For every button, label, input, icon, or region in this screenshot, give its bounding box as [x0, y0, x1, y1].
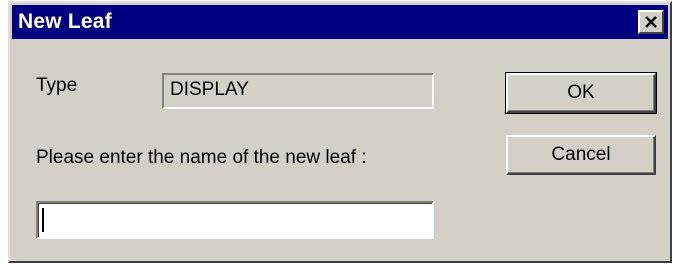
- title-bar[interactable]: New Leaf: [12, 5, 668, 39]
- close-button[interactable]: [638, 10, 664, 34]
- leaf-name-prompt: Please enter the name of the new leaf :: [36, 147, 367, 168]
- new-leaf-dialog: New Leaf Type DISPLAY Please enter the n…: [8, 1, 672, 263]
- close-icon: [645, 16, 657, 28]
- type-field: DISPLAY: [162, 73, 434, 109]
- type-label: Type: [36, 75, 78, 96]
- leaf-name-input[interactable]: [36, 201, 434, 239]
- dialog-title: New Leaf: [18, 10, 112, 33]
- text-caret: [42, 208, 44, 232]
- ok-button[interactable]: OK: [505, 72, 657, 114]
- cancel-button[interactable]: Cancel: [506, 135, 656, 175]
